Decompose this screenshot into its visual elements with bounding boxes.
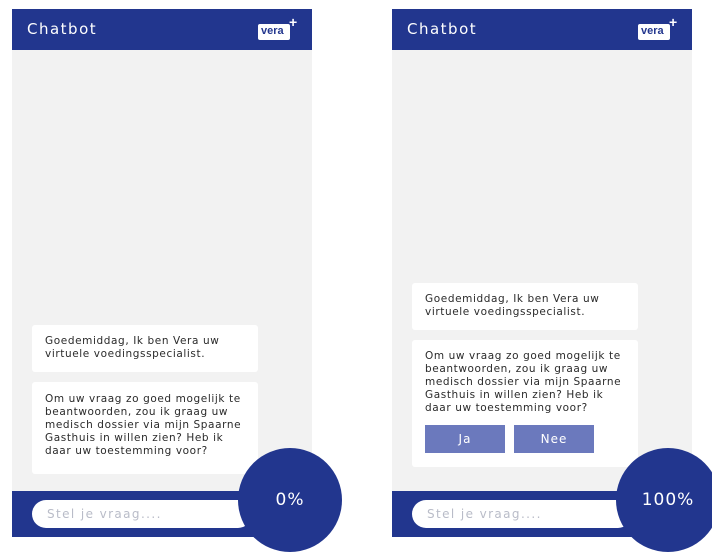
chat-message-consent: Om uw vraag zo goed mogelijk te beantwoo… — [32, 382, 258, 474]
message-input[interactable]: Stel je vraag.... — [32, 500, 252, 528]
message-text: Om uw vraag zo goed mogelijk te beantwoo… — [45, 393, 242, 457]
logo-plus-icon: + — [669, 14, 678, 30]
logo-text: vera — [641, 25, 664, 37]
message-text: Goedemiddag, Ik ben Vera uw virtuele voe… — [425, 293, 600, 318]
reply-yes-button[interactable]: Ja — [425, 425, 505, 453]
chat-header: Chatbot vera + — [12, 9, 312, 50]
logo-plus-icon: + — [289, 14, 298, 30]
logo-box: vera — [258, 24, 290, 40]
message-text: Goedemiddag, Ik ben Vera uw virtuele voe… — [45, 335, 220, 360]
vera-logo-icon: vera + — [638, 14, 677, 41]
message-input[interactable]: Stel je vraag.... — [412, 500, 632, 528]
chat-message-consent: Om uw vraag zo goed mogelijk te beantwoo… — [412, 340, 638, 467]
progress-badge: 0% — [238, 448, 342, 552]
vera-logo-icon: vera + — [258, 14, 297, 41]
logo-text: vera — [261, 25, 284, 37]
header-title: Chatbot — [27, 20, 98, 38]
chat-message-greeting: Goedemiddag, Ik ben Vera uw virtuele voe… — [412, 283, 638, 330]
progress-badge: 100% — [616, 448, 712, 552]
header-title: Chatbot — [407, 20, 478, 38]
chat-header: Chatbot vera + — [392, 9, 692, 50]
quick-replies: Ja Nee — [425, 425, 626, 453]
chat-message-greeting: Goedemiddag, Ik ben Vera uw virtuele voe… — [32, 325, 258, 372]
message-text: Om uw vraag zo goed mogelijk te beantwoo… — [425, 350, 622, 414]
reply-no-button[interactable]: Nee — [514, 425, 594, 453]
logo-box: vera — [638, 24, 670, 40]
